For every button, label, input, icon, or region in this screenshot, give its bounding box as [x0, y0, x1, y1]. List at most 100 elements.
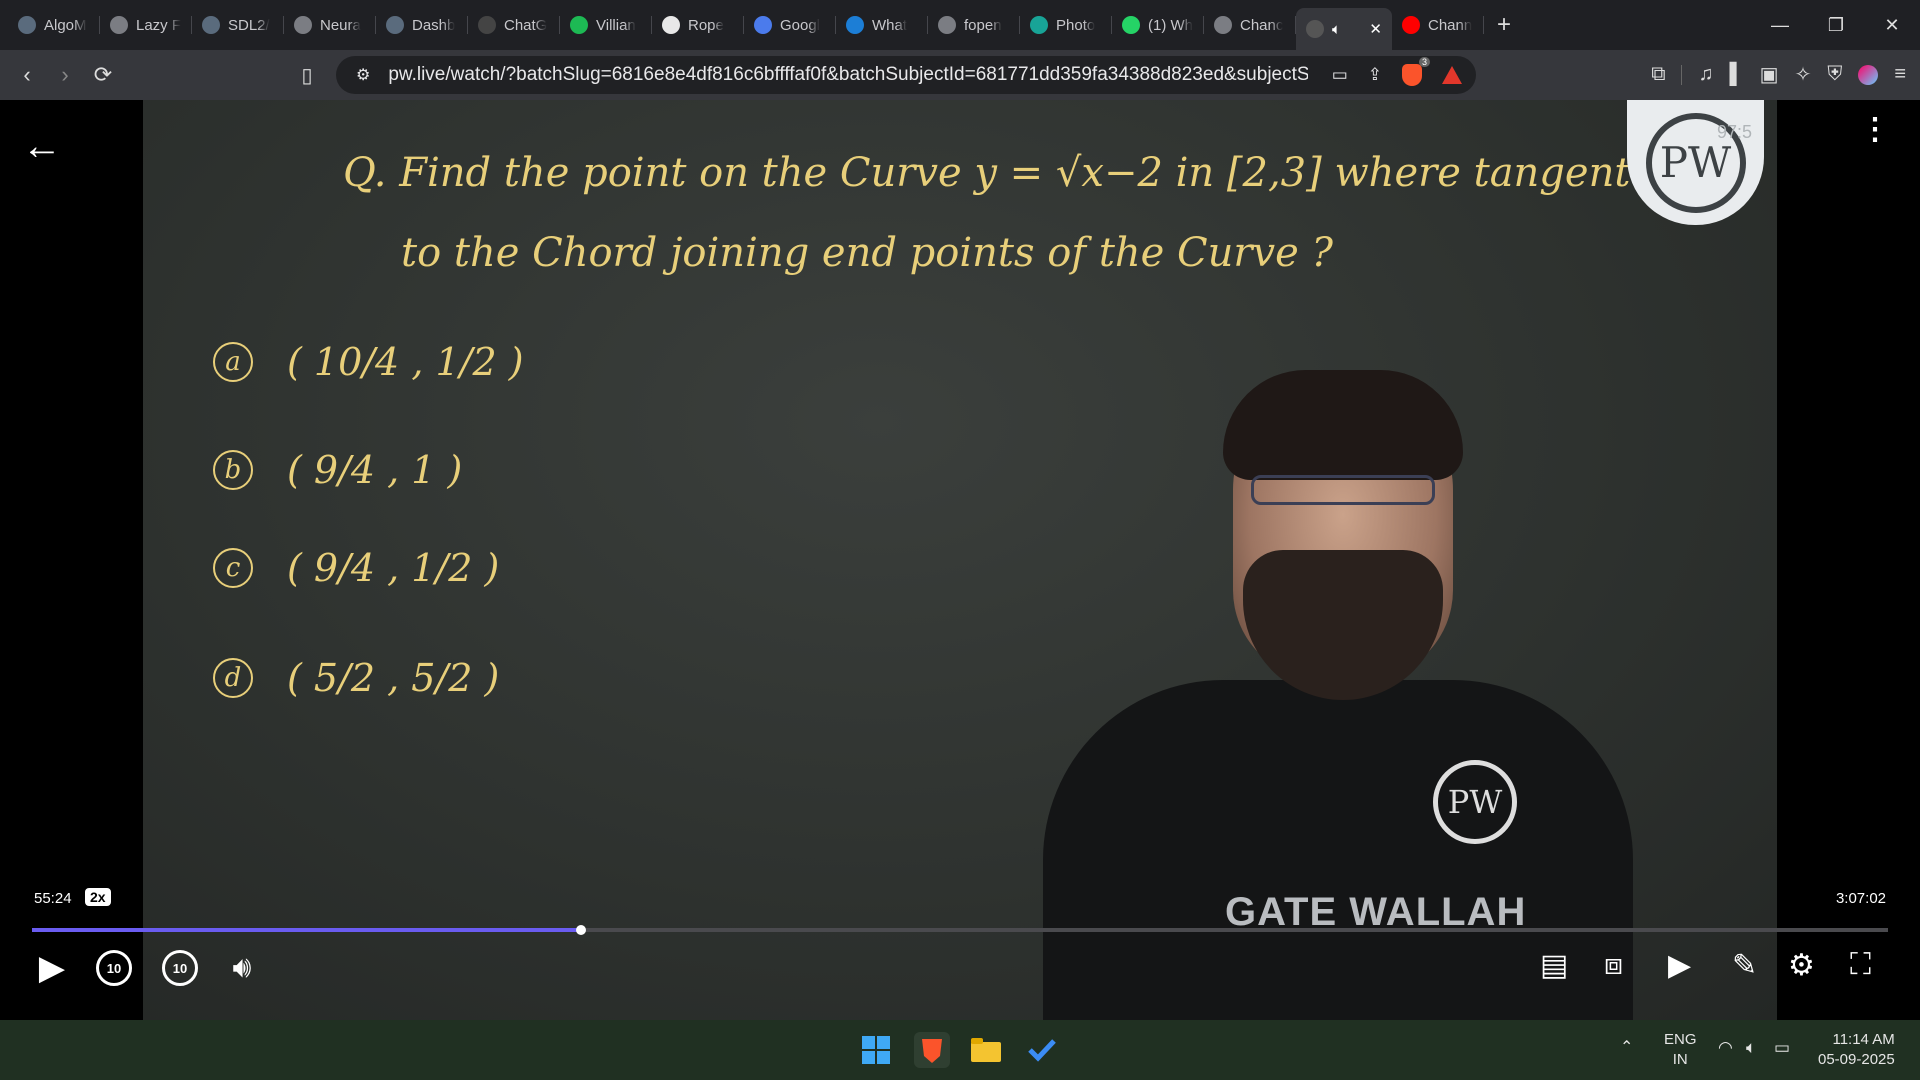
browser-tab[interactable]: Chanc [1204, 6, 1296, 44]
tab-title: (1) Wh [1148, 16, 1193, 34]
address-bar[interactable]: ⚙ pw.live/watch/?batchSlug=6816e8e4df816… [336, 56, 1476, 94]
minimize-icon[interactable]: — [1752, 0, 1808, 50]
brave-rewards-icon[interactable] [1442, 66, 1462, 84]
pw-tab-icon [1306, 20, 1324, 38]
brave-shield-icon[interactable]: 3 [1402, 57, 1430, 86]
windows-start-icon[interactable] [858, 1032, 894, 1068]
browser-tab[interactable]: fopen [928, 6, 1020, 44]
sdl-icon [202, 16, 220, 34]
browser-tab[interactable]: Rope [652, 6, 744, 44]
close-tab-icon[interactable]: ✕ [1369, 20, 1382, 38]
browser-tab[interactable]: ChatG [468, 6, 560, 44]
chat-icon[interactable]: ▤ [1540, 948, 1568, 983]
fullscreen-icon[interactable]: ⛶ [1850, 948, 1871, 982]
question-line-2: to the Chord joining end points of the C… [401, 230, 1333, 276]
option-label: b [213, 450, 253, 490]
close-window-icon[interactable]: ✕ [1864, 0, 1920, 50]
seek-bar[interactable] [32, 925, 1888, 935]
video-player[interactable]: Q. Find the point on the Curve y = √x−2 … [0, 100, 1920, 1020]
clock-time: 11:14 AM [1832, 1031, 1895, 1048]
settings-gear-icon[interactable]: ⚙ [1788, 948, 1815, 983]
todo-icon[interactable] [1024, 1032, 1060, 1068]
browser-tab[interactable]: Villian [560, 6, 652, 44]
brave-browser-icon[interactable] [914, 1032, 950, 1068]
question-line-1: Q. Find the point on the Curve y = √x−2 … [343, 150, 1722, 196]
option-value: ( 10/4 , 1/2 ) [287, 340, 524, 384]
media-icon[interactable]: ♫ [1698, 63, 1713, 86]
globe-icon [110, 16, 128, 34]
browser-tab[interactable]: Lazy F [100, 6, 192, 44]
profile-icon[interactable] [1858, 64, 1879, 85]
wikipedia-icon [662, 16, 680, 34]
browser-tab[interactable]: What [836, 6, 928, 44]
tab-audio-icon[interactable]: 🔈︎ [1332, 21, 1341, 38]
reader-mode-icon[interactable]: ⧉ [1651, 63, 1665, 86]
browser-tab[interactable]: Googl [744, 6, 836, 44]
vpn-icon[interactable]: ⛨ [1827, 63, 1842, 86]
new-tab-icon[interactable]: + [1484, 11, 1524, 39]
tab-title: Dashb [412, 16, 456, 34]
wallet-icon[interactable]: ▣ [1760, 62, 1779, 87]
back-arrow-icon[interactable]: ‹ [8, 56, 46, 94]
browser-tab[interactable]: SDL2/ [192, 6, 284, 44]
sidebar-icon[interactable]: ▌ [1729, 63, 1743, 86]
translate-icon[interactable]: ⧈ [1604, 948, 1623, 982]
language-indicator[interactable]: ENG IN [1664, 1030, 1697, 1070]
forward-arrow-icon[interactable]: › [46, 56, 84, 94]
option-value: ( 9/4 , 1/2 ) [287, 546, 500, 590]
browser-tab[interactable]: Photo [1020, 6, 1112, 44]
share-icon[interactable]: ⇪ [1368, 65, 1382, 85]
tab-strip: AlgoM Lazy F SDL2/Neura Dashb ChatG Villian Ro… [0, 0, 1920, 50]
browser-tab[interactable]: Chann [1392, 6, 1484, 44]
tab-title: Villian [596, 16, 636, 34]
tab-title: SDL2/ [228, 16, 270, 34]
speaker-icon[interactable]: 🔈︎ [1746, 1038, 1756, 1058]
bookmark-icon[interactable]: ▯ [288, 56, 326, 94]
chatgpt-icon [478, 16, 496, 34]
option-b: b ( 9/4 , 1 ) [213, 448, 462, 492]
file-explorer-icon[interactable] [968, 1032, 1004, 1068]
rewind-seconds: 10 [106, 960, 122, 976]
option-a: a ( 10/4 , 1/2 ) [213, 340, 524, 384]
whatsapp-icon [1122, 16, 1140, 34]
url-text: pw.live/watch/?batchSlug=6816e8e4df816c6… [388, 64, 1309, 85]
cast-icon[interactable]: ▭ [1332, 65, 1348, 85]
back-arrow-icon[interactable]: ← [22, 124, 62, 169]
leo-ai-icon[interactable]: ✧ [1795, 62, 1812, 87]
clock[interactable]: 11:14 AM 05-09-2025 [1818, 1030, 1895, 1070]
notes-icon[interactable]: ✎ [1732, 948, 1757, 983]
reload-icon[interactable]: ⟳ [84, 56, 122, 94]
restore-icon[interactable]: ❐ [1808, 0, 1864, 50]
tab-title: ChatG [504, 16, 548, 34]
more-options-icon[interactable]: ⋮ [1860, 115, 1890, 145]
browser-tab[interactable]: (1) Wh [1112, 6, 1204, 44]
battery-icon[interactable]: ▭ [1774, 1038, 1790, 1058]
window-controls: — ❐ ✕ [1752, 0, 1920, 50]
browser-tab[interactable]: Neura [284, 6, 376, 44]
tab-title: Chanc [1240, 16, 1284, 34]
tab-title: Neura [320, 16, 361, 34]
site-settings-icon[interactable]: ⚙ [356, 65, 370, 85]
browser-tab[interactable]: AlgoM [8, 6, 100, 44]
dashboard-icon [386, 16, 404, 34]
instructor-figure: PW GATE WALLAH [1043, 370, 1633, 1020]
show-hidden-icons[interactable]: ⌃ [1620, 1038, 1633, 1058]
spotify-icon [570, 16, 588, 34]
forward-10-icon[interactable]: 10 [162, 950, 198, 986]
browser-tab[interactable]: 🔈︎ ✕ [1296, 8, 1392, 50]
rewind-10-icon[interactable]: 10 [96, 950, 132, 986]
divider [1681, 64, 1683, 85]
menu-icon[interactable]: ≡ [1894, 63, 1906, 86]
wifi-icon[interactable]: ◠ [1718, 1038, 1733, 1058]
pip-icon[interactable]: ▶︎ [1668, 948, 1691, 983]
clock-date: 05-09-2025 [1818, 1051, 1895, 1068]
option-label: d [213, 658, 253, 698]
windows-taskbar: ⌃ ENG IN ◠ 🔈︎ ▭ 11:14 AM 05-09-2025 [0, 1020, 1920, 1080]
browser-tab[interactable]: Dashb [376, 6, 468, 44]
playback-speed-badge[interactable]: 2x [85, 888, 111, 906]
instructor-glasses [1251, 475, 1435, 505]
shield-count-badge: 3 [1418, 57, 1430, 67]
play-icon[interactable]: ▶ [34, 949, 70, 987]
browser-toolbar: ‹ › ⟳ ▯ ⚙ pw.live/watch/?batchSlug=6816e… [0, 50, 1920, 100]
volume-icon[interactable]: 🔊︎ [220, 950, 264, 986]
